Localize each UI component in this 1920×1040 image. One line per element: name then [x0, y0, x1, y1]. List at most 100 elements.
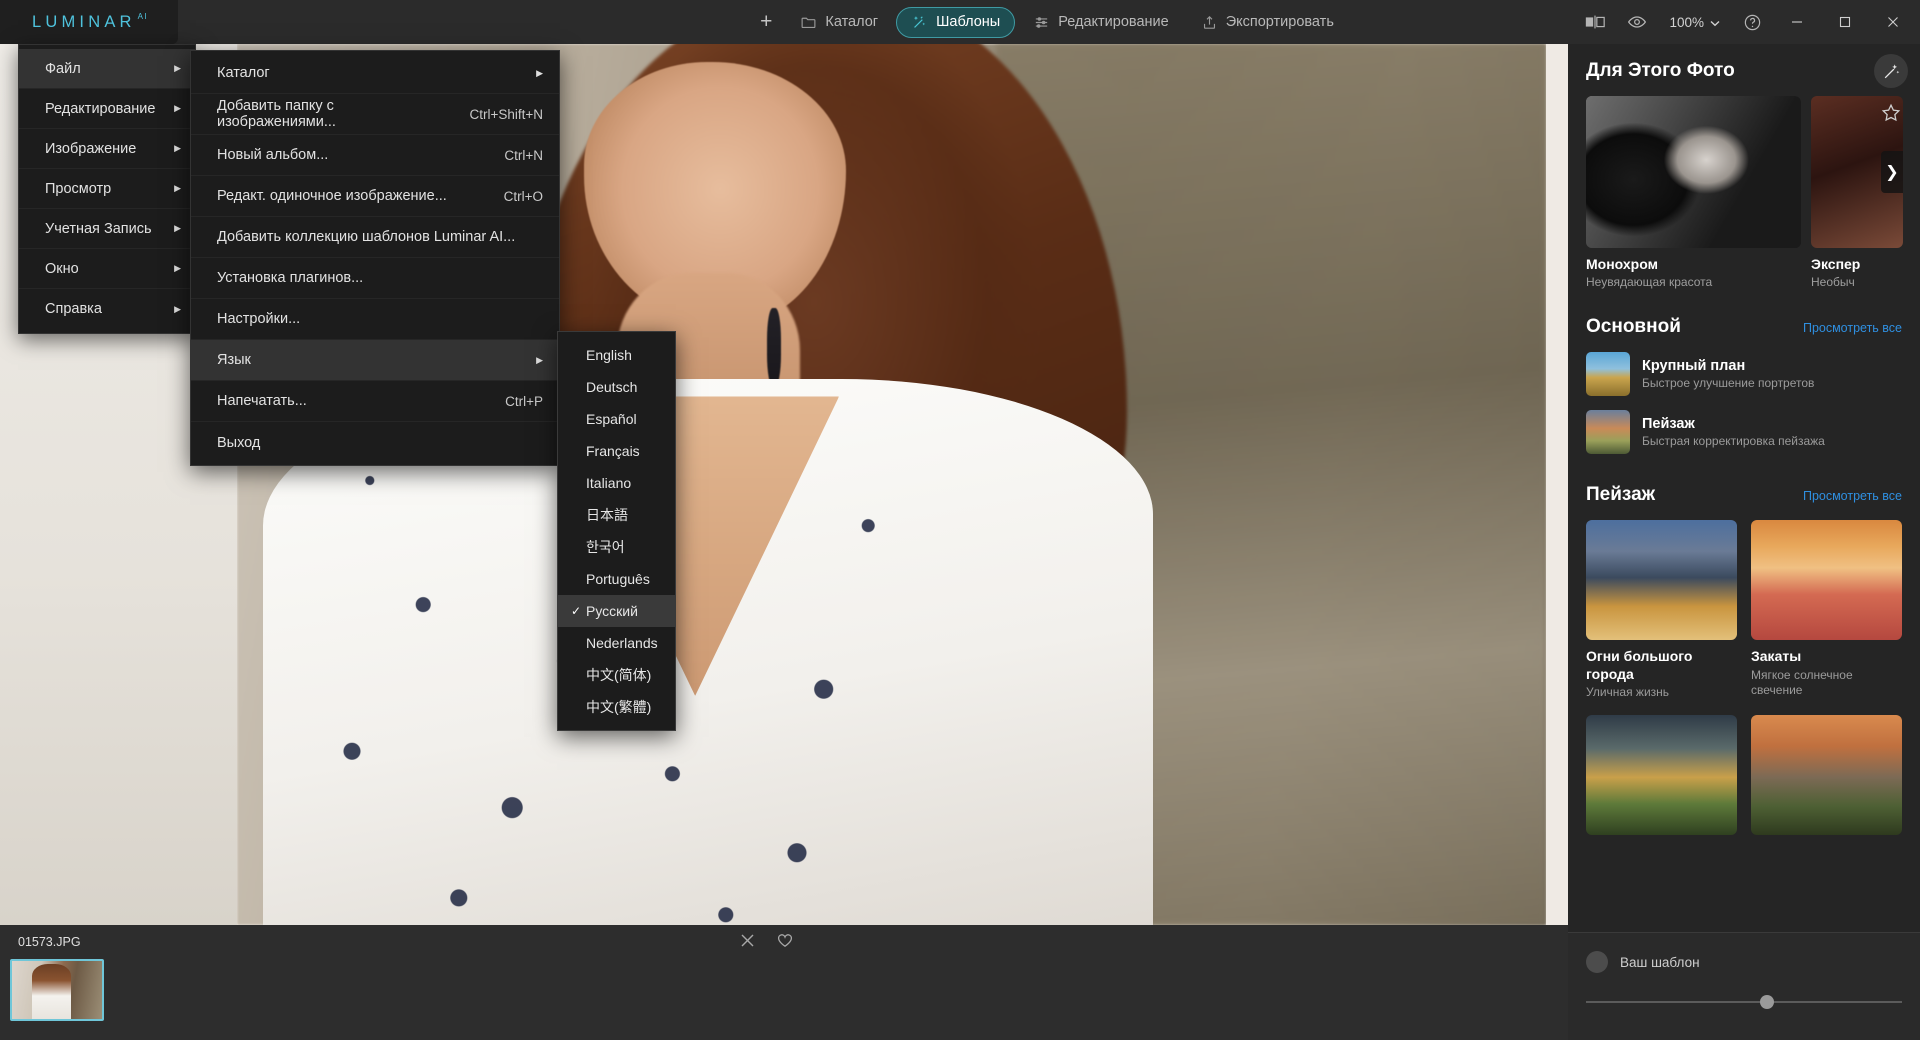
language-option-korean[interactable]: 한국어	[558, 531, 675, 563]
tab-edit[interactable]: Редактирование	[1019, 8, 1182, 37]
language-option-chinese-simplified[interactable]: 中文(简体)	[558, 659, 675, 691]
template-grid-item-mountain[interactable]	[1751, 715, 1902, 835]
filmstrip-actions	[740, 925, 793, 959]
file-menu-add-templates[interactable]: Добавить коллекцию шаблонов Luminar AI..…	[191, 217, 559, 258]
add-button[interactable]: +	[750, 4, 782, 40]
window-minimize-button[interactable]	[1774, 0, 1820, 44]
zoom-level-dropdown[interactable]: 100%	[1659, 11, 1730, 34]
language-option-nederlands[interactable]: Nederlands	[558, 627, 675, 659]
template-list-item-landscape[interactable]: Пейзаж Быстрая корректировка пейзажа	[1586, 410, 1902, 454]
menu-item-window-label: Окно	[45, 261, 79, 277]
template-thumbnail	[1586, 520, 1737, 640]
help-icon[interactable]	[1732, 0, 1772, 44]
file-menu-new-album-shortcut: Ctrl+N	[504, 148, 543, 163]
menu-item-help[interactable]: Справка ▶	[19, 289, 195, 329]
template-thumbnail	[1751, 520, 1902, 640]
tab-export[interactable]: Экспортировать	[1187, 8, 1348, 37]
file-menu-install-plugins[interactable]: Установка плагинов...	[191, 258, 559, 299]
tab-templates[interactable]: Шаблоны	[896, 7, 1015, 38]
language-option-italiano[interactable]: Italiano	[558, 467, 675, 499]
file-menu-language-label: Язык	[217, 352, 251, 368]
magic-wand-button[interactable]	[1874, 54, 1908, 88]
menu-item-account[interactable]: Учетная Запись ▶	[19, 209, 195, 249]
toolbar-right-group: 100%	[1575, 0, 1920, 44]
tab-catalog[interactable]: Каталог	[786, 8, 892, 37]
menu-item-image[interactable]: Изображение ▶	[19, 129, 195, 169]
essential-see-all-link[interactable]: Просмотреть все	[1803, 321, 1902, 335]
file-menu-add-templates-label: Добавить коллекцию шаблонов Luminar AI..…	[217, 229, 515, 245]
top-toolbar: LUMINARAI + Каталог	[0, 0, 1920, 44]
file-menu-new-album[interactable]: Новый альбом... Ctrl+N	[191, 135, 559, 176]
your-template-row[interactable]: Ваш шаблон	[1586, 951, 1902, 973]
language-option-portugues[interactable]: Português	[558, 563, 675, 595]
reject-icon[interactable]	[740, 933, 755, 951]
template-list-item-closeup[interactable]: Крупный план Быстрое улучшение портретов	[1586, 352, 1902, 396]
language-option-deutsch[interactable]: Deutsch	[558, 371, 675, 403]
file-menu-edit-single-shortcut: Ctrl+O	[504, 189, 543, 204]
photo-earring-layer	[767, 308, 781, 386]
chevron-right-icon: ▶	[536, 68, 543, 79]
template-grid-item-storm[interactable]	[1586, 715, 1737, 835]
chevron-right-icon: ▶	[174, 304, 181, 315]
logo-superscript: AI	[138, 12, 148, 21]
template-list-title: Крупный план	[1642, 358, 1814, 374]
file-menu-preferences[interactable]: Настройки...	[191, 299, 559, 340]
file-menu-print[interactable]: Напечатать... Ctrl+P	[191, 381, 559, 422]
landscape-see-all-link[interactable]: Просмотреть все	[1803, 489, 1902, 503]
file-menu-language[interactable]: Язык ▶	[191, 340, 559, 381]
file-menu-add-folder[interactable]: Добавить папку с изображениями... Ctrl+S…	[191, 94, 559, 135]
template-list-subtitle: Быстрое улучшение портретов	[1642, 376, 1814, 390]
template-grid-subtitle: Уличная жизнь	[1586, 685, 1737, 701]
menu-item-edit[interactable]: Редактирование ▶	[19, 89, 195, 129]
menu-item-file-label: Файл	[45, 61, 81, 77]
template-card-monochrome[interactable]: Монохром Неувядающая красота	[1586, 96, 1801, 290]
eye-icon[interactable]	[1617, 0, 1657, 44]
menu-item-help-label: Справка	[45, 301, 102, 317]
menu-item-image-label: Изображение	[45, 141, 136, 157]
filmstrip-header: 01573.JPG	[0, 925, 1568, 959]
tab-edit-label: Редактирование	[1058, 14, 1168, 30]
template-thumbnail	[1586, 715, 1737, 835]
language-option-chinese-traditional-label: 中文(繁體)	[586, 697, 651, 717]
favorite-heart-icon[interactable]	[777, 933, 793, 951]
essential-section-header: Основной Просмотреть все	[1586, 316, 1902, 338]
slider-track	[1586, 1001, 1902, 1003]
file-menu-catalog[interactable]: Каталог ▶	[191, 53, 559, 94]
template-card-title: Монохром	[1586, 256, 1801, 272]
language-option-english-label: English	[586, 347, 632, 363]
file-menu-exit[interactable]: Выход	[191, 422, 559, 463]
file-menu-edit-single-label: Редакт. одиночное изображение...	[217, 188, 447, 204]
essential-section-title: Основной	[1586, 316, 1681, 338]
language-option-francais[interactable]: Français	[558, 435, 675, 467]
language-option-chinese-traditional[interactable]: 中文(繁體)	[558, 691, 675, 723]
templates-side-panel: Для Этого Фото Монохром Неувядающая крас…	[1568, 44, 1920, 1040]
template-amount-slider[interactable]	[1586, 995, 1902, 1009]
language-option-chinese-simplified-label: 中文(简体)	[586, 665, 651, 685]
menu-item-view-label: Просмотр	[45, 181, 111, 197]
carousel-next-button[interactable]: ❯	[1881, 151, 1903, 193]
window-maximize-button[interactable]	[1822, 0, 1868, 44]
window-close-button[interactable]	[1870, 0, 1916, 44]
slider-knob[interactable]	[1760, 995, 1774, 1009]
menu-item-file[interactable]: Файл ▶	[19, 49, 195, 89]
language-option-japanese[interactable]: 日本語	[558, 499, 675, 531]
compare-icon[interactable]	[1575, 0, 1615, 44]
current-filename: 01573.JPG	[18, 935, 81, 949]
language-option-espanol[interactable]: Español	[558, 403, 675, 435]
menu-item-window[interactable]: Окно ▶	[19, 249, 195, 289]
template-thumbnail	[1586, 352, 1630, 396]
menu-item-view[interactable]: Просмотр ▶	[19, 169, 195, 209]
favorites-star-icon[interactable]	[1880, 102, 1902, 129]
your-template-footer: Ваш шаблон	[1568, 932, 1920, 1040]
template-grid-title: Закаты	[1751, 648, 1902, 666]
app-logo[interactable]: LUMINARAI	[0, 0, 178, 44]
template-thumbnail	[1751, 715, 1902, 835]
file-menu-edit-single[interactable]: Редакт. одиночное изображение... Ctrl+O	[191, 176, 559, 217]
filmstrip-thumbnail-selected[interactable]	[10, 959, 104, 1021]
chevron-right-icon: ▶	[174, 183, 181, 194]
template-list-title: Пейзаж	[1642, 416, 1825, 432]
template-grid-item-city-lights[interactable]: Огни большого города Уличная жизнь	[1586, 520, 1737, 701]
template-grid-item-sunsets[interactable]: Закаты Мягкое солнечное свечение	[1751, 520, 1902, 701]
language-option-russian[interactable]: ✓ Русский	[558, 595, 675, 627]
language-option-english[interactable]: English	[558, 339, 675, 371]
